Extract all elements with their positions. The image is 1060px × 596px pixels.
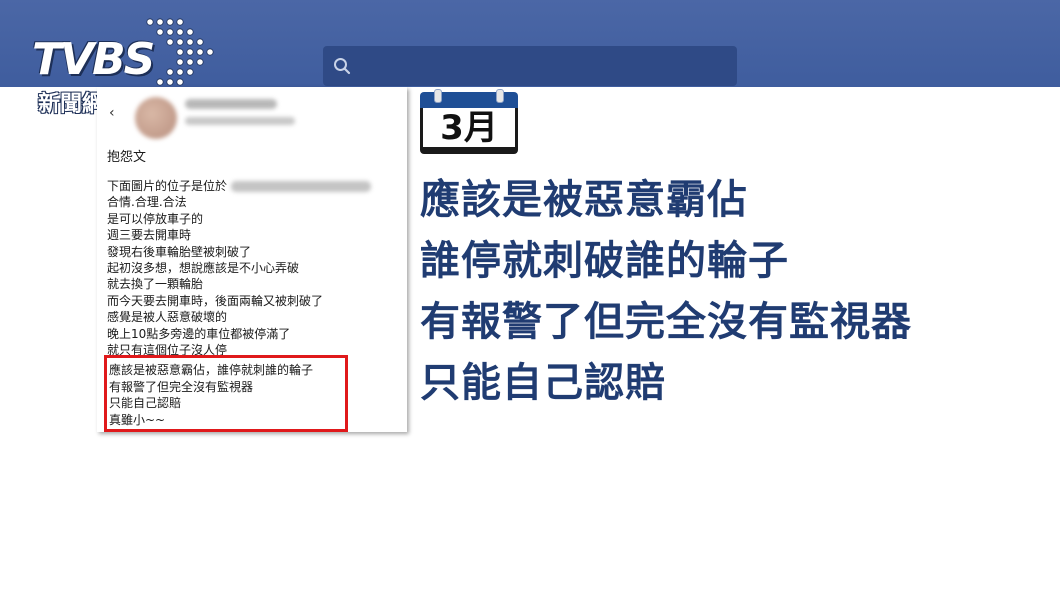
headline-line: 誰停就刺破誰的輪子 (420, 238, 789, 284)
post-line: 週三要去開車時 (107, 228, 192, 243)
post-line: 起初沒多想，想說應該是不小心弄破 (107, 261, 300, 276)
post-line: 是可以停放車子的 (107, 211, 204, 226)
logo-subtitle: 新聞網 (38, 92, 105, 117)
back-arrow-icon: ‹ (109, 105, 115, 121)
blurred-address (231, 181, 372, 192)
calendar-month: 3月 (440, 108, 498, 148)
post-line: 就去換了一顆輪胎 (107, 277, 204, 292)
search-bar[interactable] (323, 46, 737, 86)
blurred-username (185, 99, 277, 109)
highlighted-line: 應該是被惡意霸佔，誰停就刺誰的輪子 (109, 363, 314, 377)
highlighted-text: 應該是被惡意霸佔，誰停就刺誰的輪子 有報警了但完全沒有監視器 只能自己認賠 真雖… (109, 362, 313, 428)
logo-text: TVBS (32, 34, 155, 85)
highlighted-line: 只能自己認賠 (109, 396, 182, 411)
post-line: 下面圖片的位子是位於 (107, 178, 407, 194)
headline: 應該是被惡意霸佔 誰停就刺破誰的輪子 有報警了但完全沒有監視器 只能自己認賠 (420, 170, 912, 414)
calendar-ring (496, 89, 504, 103)
post-line: 而今天要去開車時，後面兩輪又被刺破了 (107, 293, 324, 308)
highlighted-line: 真雖小~~ (109, 412, 166, 427)
post-heading: 抱怨文 (107, 150, 147, 165)
post-line: 合情.合理.合法 (107, 195, 187, 210)
headline-line: 只能自己認賠 (420, 360, 666, 406)
post-body: 下面圖片的位子是位於 合情.合理.合法 是可以停放車子的 週三要去開車時 發現右… (107, 178, 407, 358)
blurred-post-meta (185, 117, 295, 125)
post-line: 晚上10點多旁邊的車位都被停滿了 (107, 326, 291, 341)
calendar-badge: 3月 (420, 89, 518, 154)
post-line: 感覺是被人惡意破壞的 (107, 310, 228, 325)
avatar (135, 97, 177, 139)
post-line: 發現右後車輪胎壁被刺破了 (107, 244, 252, 259)
highlighted-line: 有報警了但完全沒有監視器 (109, 379, 254, 394)
headline-line: 有報警了但完全沒有監視器 (420, 299, 912, 345)
calendar-ring (434, 89, 442, 103)
search-icon (334, 58, 351, 75)
headline-line: 應該是被惡意霸佔 (420, 177, 748, 223)
